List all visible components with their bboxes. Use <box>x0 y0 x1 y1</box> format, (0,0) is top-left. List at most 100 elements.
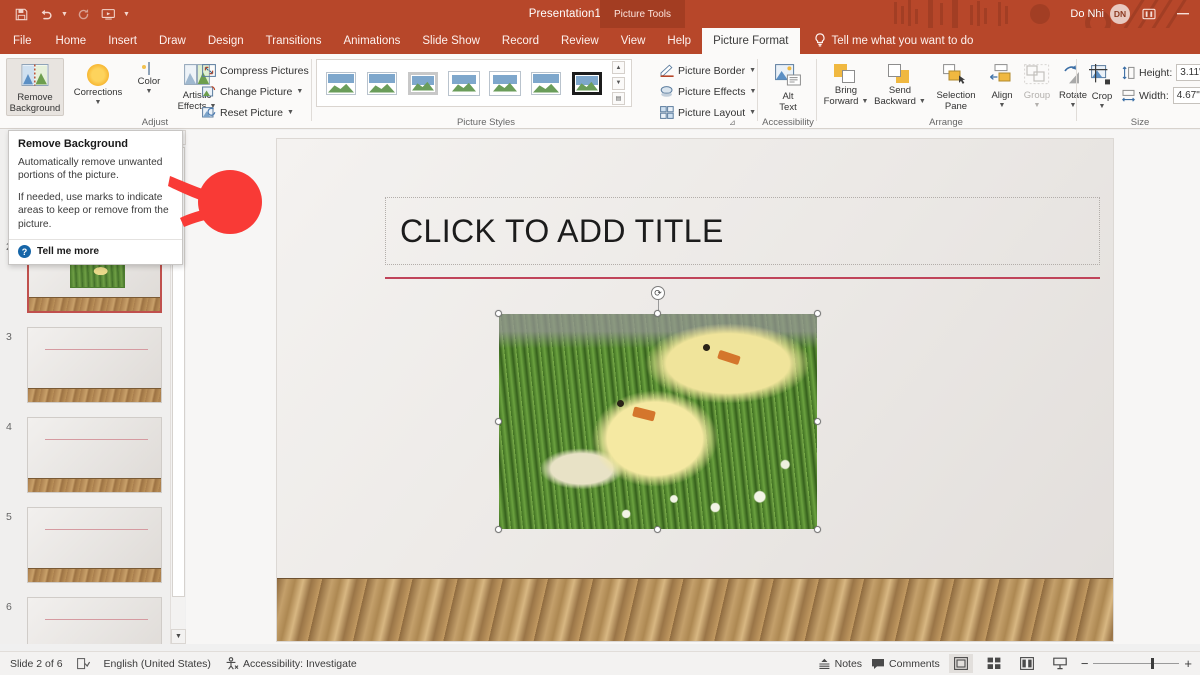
selected-picture[interactable]: ⟳ <box>495 286 821 533</box>
accessibility-status[interactable]: Accessibility: Investigate <box>225 657 357 670</box>
rotation-handle[interactable]: ⟳ <box>651 286 665 300</box>
compress-pictures-button[interactable]: Compress Pictures <box>202 61 309 80</box>
minimize-button[interactable] <box>1168 2 1198 26</box>
picture-styles-dialog-launcher[interactable]: ⊿ <box>729 118 736 127</box>
tab-review[interactable]: Review <box>550 28 610 54</box>
tab-transitions[interactable]: Transitions <box>255 28 333 54</box>
tab-animations[interactable]: Animations <box>332 28 411 54</box>
save-icon[interactable] <box>10 3 32 25</box>
change-picture-dropdown-icon[interactable]: ▼ <box>296 88 303 95</box>
slide-counter[interactable]: Slide 2 of 6 <box>10 658 63 670</box>
corrections-dropdown-icon[interactable]: ▼ <box>95 99 102 107</box>
tell-me-more-link[interactable]: Tell me more <box>37 246 99 257</box>
normal-view-button[interactable] <box>948 654 973 673</box>
slide-thumbnail-image-4[interactable] <box>27 417 162 493</box>
tooltip-footer[interactable]: ? Tell me more <box>9 239 182 264</box>
bring-forward-dropdown-icon[interactable]: ▼ <box>861 98 868 106</box>
resize-handle-top-right[interactable] <box>814 310 821 317</box>
spell-check-status[interactable] <box>76 657 90 670</box>
align-dropdown-icon[interactable]: ▼ <box>999 102 1006 110</box>
crop-button[interactable]: Crop ▼ <box>1082 60 1122 111</box>
slide-thumbnail-6[interactable]: 6 <box>0 595 177 644</box>
slide-thumbnail-image-5[interactable] <box>27 507 162 583</box>
comments-button[interactable]: Comments <box>871 658 940 670</box>
undo-dropdown-icon[interactable]: ▼ <box>60 11 69 18</box>
resize-handle-bottom-right[interactable] <box>814 526 821 533</box>
resize-handle-middle-right[interactable] <box>814 417 821 425</box>
slide-sorter-button[interactable] <box>982 654 1006 673</box>
tab-slide-show[interactable]: Slide Show <box>411 28 491 54</box>
slide-show-button[interactable] <box>1048 654 1072 673</box>
undo-icon[interactable] <box>35 3 57 25</box>
tab-insert[interactable]: Insert <box>97 28 148 54</box>
picture-style-0[interactable] <box>323 69 359 97</box>
reading-view-button[interactable] <box>1015 654 1039 673</box>
zoom-slider[interactable]: − + <box>1081 656 1192 671</box>
selection-pane-button[interactable]: Selection Pane <box>930 60 982 113</box>
picture-style-5[interactable] <box>528 69 564 97</box>
zoom-out-button[interactable]: − <box>1081 656 1089 671</box>
bring-forward-button[interactable]: Bring Forward ▼ <box>820 60 872 108</box>
redo-icon[interactable] <box>72 3 94 25</box>
picture-border-button[interactable]: Picture Border ▼ <box>660 61 756 80</box>
tab-picture-format[interactable]: Picture Format <box>702 28 800 54</box>
remove-background-button[interactable]: Remove Background <box>6 58 64 116</box>
tab-help[interactable]: Help <box>656 28 702 54</box>
avatar[interactable]: DN <box>1110 4 1130 24</box>
picture-style-3[interactable] <box>446 69 482 97</box>
ribbon-display-options-icon[interactable] <box>1134 2 1164 26</box>
tell-me-search[interactable]: Tell me what you want to do <box>800 28 973 54</box>
tab-record[interactable]: Record <box>491 28 550 54</box>
start-presentation-icon[interactable] <box>97 3 119 25</box>
picture-border-dropdown-icon[interactable]: ▼ <box>749 67 756 74</box>
zoom-knob[interactable] <box>1151 658 1155 669</box>
slide-thumbnail-image-3[interactable] <box>27 327 162 403</box>
resize-handle-bottom-left[interactable] <box>495 526 502 533</box>
picture-style-1[interactable] <box>364 69 400 97</box>
picture-layout-button[interactable]: Picture Layout ▼ <box>660 103 756 122</box>
zoom-track[interactable] <box>1093 658 1180 669</box>
zoom-in-button[interactable]: + <box>1184 656 1192 671</box>
scroll-down-icon[interactable]: ▼ <box>171 629 186 644</box>
picture-style-4[interactable] <box>487 69 523 97</box>
reset-picture-dropdown-icon[interactable]: ▼ <box>287 109 294 116</box>
gallery-scroll-up-icon[interactable]: ▲ <box>612 61 625 74</box>
slide-thumbnail-4[interactable]: 4 <box>0 415 177 505</box>
notes-button[interactable]: Notes <box>818 658 862 670</box>
alt-text-button[interactable]: Alt Text <box>762 60 814 114</box>
language-status[interactable]: English (United States) <box>104 658 211 670</box>
gallery-more-icon[interactable]: ▤ <box>612 92 625 105</box>
title-placeholder[interactable]: CLICK TO ADD TITLE <box>385 197 1100 265</box>
change-picture-button[interactable]: Change Picture ▼ <box>202 82 309 101</box>
picture-effects-dropdown-icon[interactable]: ▼ <box>750 88 757 95</box>
slide-thumbnail-5[interactable]: 5 <box>0 505 177 595</box>
resize-handle-top-center[interactable] <box>654 310 661 317</box>
resize-handle-bottom-center[interactable] <box>654 526 661 533</box>
gosling-photo[interactable] <box>499 314 817 529</box>
corrections-button[interactable]: Corrections ▼ <box>70 60 126 107</box>
tab-home[interactable]: Home <box>45 28 98 54</box>
crop-dropdown-icon[interactable]: ▼ <box>1099 103 1106 111</box>
tab-view[interactable]: View <box>610 28 657 54</box>
customize-quick-access-toolbar-icon[interactable]: ▼ <box>122 11 131 18</box>
picture-effects-button[interactable]: Picture Effects ▼ <box>660 82 756 101</box>
send-backward-button[interactable]: Send Backward ▼ <box>872 60 928 108</box>
resize-handle-top-left[interactable] <box>495 310 502 317</box>
width-input[interactable]: 4.67" <box>1172 87 1200 104</box>
height-input[interactable]: 3.11" <box>1176 64 1200 81</box>
align-button[interactable]: Align ▼ <box>984 60 1020 110</box>
slide-canvas[interactable]: CLICK TO ADD TITLE ⟳ <box>276 138 1114 642</box>
color-button[interactable]: Color ▼ <box>128 60 170 96</box>
resize-handle-middle-left[interactable] <box>495 417 502 425</box>
gallery-scroll-down-icon[interactable]: ▼ <box>612 76 625 90</box>
tab-draw[interactable]: Draw <box>148 28 197 54</box>
picture-styles-gallery[interactable]: ▲ ▼ ▤ <box>316 59 632 107</box>
tab-design[interactable]: Design <box>197 28 255 54</box>
picture-style-2[interactable] <box>405 69 441 97</box>
color-dropdown-icon[interactable]: ▼ <box>146 88 153 96</box>
slide-thumbnail-image-6[interactable] <box>27 597 162 644</box>
picture-style-6[interactable] <box>569 69 605 97</box>
picture-layout-dropdown-icon[interactable]: ▼ <box>749 109 756 116</box>
tab-file[interactable]: File <box>0 28 45 54</box>
slide-thumbnail-3[interactable]: 3 <box>0 325 177 415</box>
